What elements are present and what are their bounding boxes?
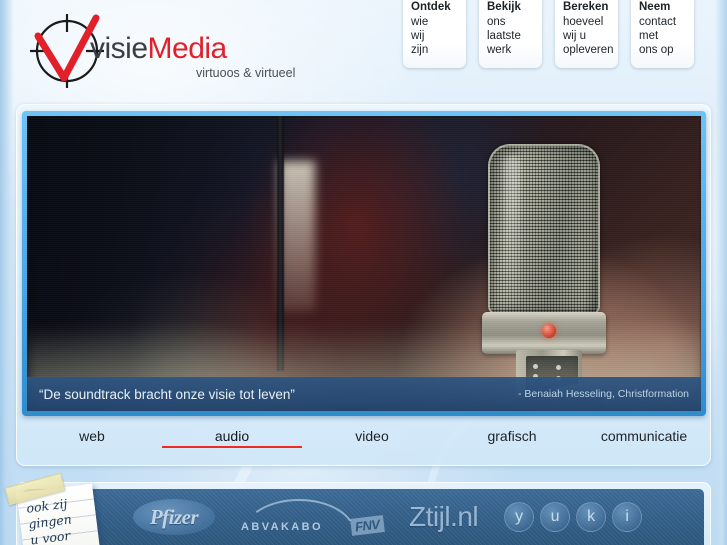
nav-card-line: opleveren — [563, 44, 614, 56]
nav-card-bereken[interactable]: Bereken hoeveel wij u opleveren — [555, 0, 618, 68]
nav-card-heading: Bereken — [563, 1, 609, 13]
microphone-highlight — [504, 156, 520, 306]
yuki-letter: k — [576, 502, 607, 532]
section-nav-item-audio[interactable]: audio — [162, 428, 302, 448]
client-logo-yuki[interactable]: y u k i — [504, 502, 643, 532]
logo-tagline: virtuoos & virtueel — [196, 66, 296, 80]
nav-card-line: hoeveel — [563, 16, 604, 28]
nav-card-line: zijn — [411, 44, 429, 56]
site-logo[interactable]: visieMedia virtuoos & virtueel — [28, 8, 328, 90]
nav-card-line: contact — [639, 16, 677, 28]
nav-card-heading: Bekijk — [487, 1, 521, 13]
client-logo-list: Pfizer ABVAKABO FNV Ztijl.nl y u k i — [133, 489, 698, 545]
section-nav-item-grafisch[interactable]: grafisch — [442, 428, 582, 447]
nav-card-heading: Ontdek — [411, 1, 451, 13]
abvakabo-arc-icon — [243, 499, 355, 533]
section-nav-item-video[interactable]: video — [302, 428, 442, 447]
fnv-badge: FNV — [349, 515, 384, 536]
nav-card-line: met — [639, 30, 659, 42]
client-logo-abvakabo-fnv[interactable]: ABVAKABO FNV — [241, 499, 384, 536]
client-logo-pfizer[interactable]: Pfizer — [133, 499, 215, 535]
logo-word-visie: visie — [90, 32, 148, 65]
section-nav: web audio video grafisch communicatie — [22, 428, 706, 448]
nav-card-line: werk — [487, 44, 512, 56]
nav-card-line: wij — [411, 30, 425, 42]
nav-card-heading: Neem — [639, 1, 671, 13]
section-nav-item-web[interactable]: web — [22, 428, 162, 447]
hero-caption-quote: “De soundtrack bracht onze visie tot lev… — [39, 386, 295, 402]
yuki-letter: y — [504, 502, 535, 532]
header-nav-cards: Ontdek wie wij zijn Bekijk ons laatste w… — [403, 0, 694, 68]
nav-card-line: wij u — [563, 30, 587, 42]
hero-image: “De soundtrack bracht onze visie tot lev… — [27, 116, 701, 411]
nav-card-neem[interactable]: Neem contact met ons op — [631, 0, 694, 68]
hero-image-frame[interactable]: “De soundtrack bracht onze visie tot lev… — [22, 111, 706, 416]
page-root: visieMedia virtuoos & virtueel Ontdek wi… — [0, 0, 727, 545]
hero-caption-credit: - Benaiah Hesseling, Christformation — [518, 388, 689, 400]
yuki-letter: i — [612, 502, 643, 532]
microphone-grille — [488, 144, 600, 316]
nav-card-line: ons op — [639, 44, 674, 56]
logo-wordmark: visieMedia — [90, 32, 227, 66]
hero-light-patch — [279, 161, 315, 311]
logo-word-media: Media — [147, 32, 228, 65]
nav-card-bekijk[interactable]: Bekijk ons laatste werk — [479, 0, 542, 68]
site-header: visieMedia virtuoos & virtueel Ontdek wi… — [0, 0, 727, 100]
client-logo-bar: Pfizer ABVAKABO FNV Ztijl.nl y u k i — [23, 489, 704, 545]
nav-card-line: wie — [411, 16, 429, 28]
hero-caption-bar: “De soundtrack bracht onze visie tot lev… — [27, 377, 701, 411]
nav-card-line: ons — [487, 16, 506, 28]
nav-card-ontdek[interactable]: Ontdek wie wij zijn — [403, 0, 466, 68]
client-logo-ztijl[interactable]: Ztijl.nl — [409, 501, 479, 533]
client-logo-bar-wrapper: Pfizer ABVAKABO FNV Ztijl.nl y u k i — [16, 482, 711, 545]
nav-card-line: laatste — [487, 30, 521, 42]
section-nav-item-communicatie[interactable]: communicatie — [582, 428, 706, 447]
yuki-letter: u — [540, 502, 571, 532]
